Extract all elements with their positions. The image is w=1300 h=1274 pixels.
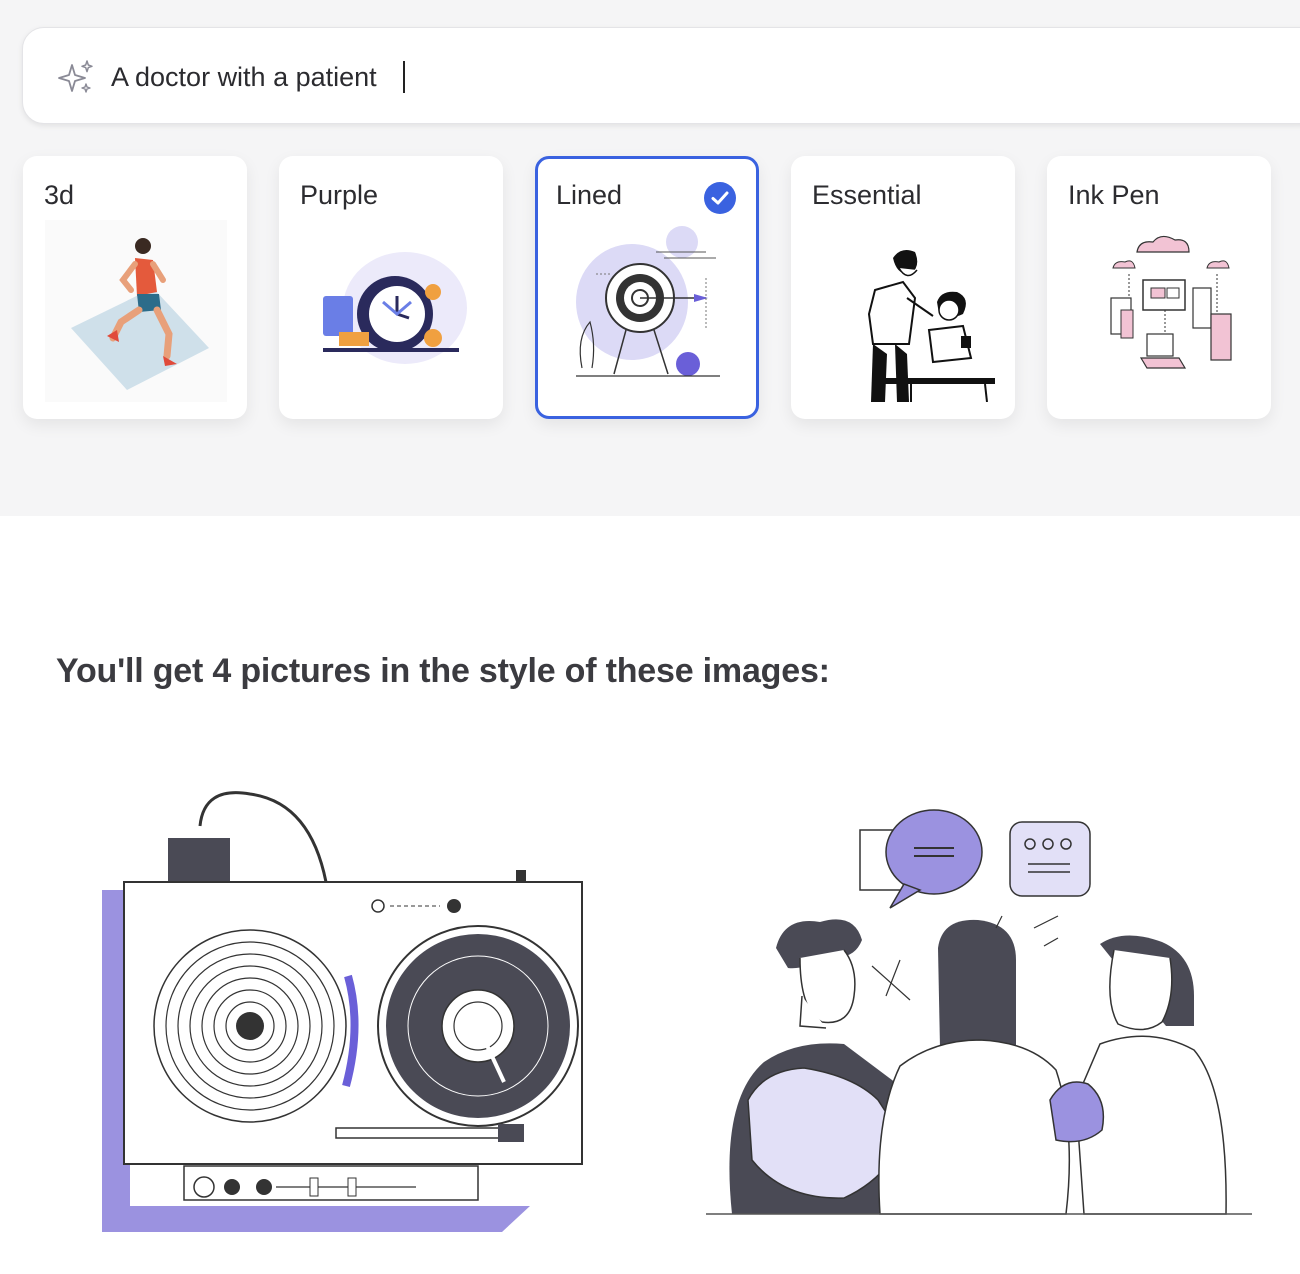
sparkle-icon (58, 60, 93, 93)
style-card-label: 3d (44, 180, 75, 210)
preview-heading: You'll get 4 pictures in the style of th… (56, 652, 830, 690)
style-card-3d[interactable]: 3d (23, 156, 247, 419)
selected-check-icon (704, 182, 736, 214)
style-card-label: Essential (812, 180, 922, 210)
prompt-input[interactable] (111, 56, 911, 98)
style-card-label: Ink Pen (1068, 180, 1160, 210)
doctor-patient-essential-thumbnail (867, 250, 995, 402)
style-card-label: Lined (556, 180, 623, 210)
clock-purple-thumbnail (323, 252, 467, 364)
style-card-label: Purple (300, 180, 379, 210)
style-picker-area: 3d Purple (0, 0, 1300, 516)
people-chatting-preview-image (706, 809, 1252, 1215)
style-card-purple[interactable]: Purple (279, 156, 503, 419)
runner-3d-thumbnail (45, 220, 227, 402)
prompt-bar[interactable] (22, 27, 1300, 124)
turntable-preview-image (102, 791, 583, 1232)
devices-inkpen-thumbnail (1110, 235, 1232, 369)
style-card-essential[interactable]: Essential (791, 156, 1015, 419)
style-card-lined[interactable]: Lined (535, 156, 759, 419)
text-caret (403, 61, 405, 93)
target-lined-thumbnail (576, 226, 720, 377)
style-card-ink-pen[interactable]: Ink Pen (1047, 156, 1271, 419)
